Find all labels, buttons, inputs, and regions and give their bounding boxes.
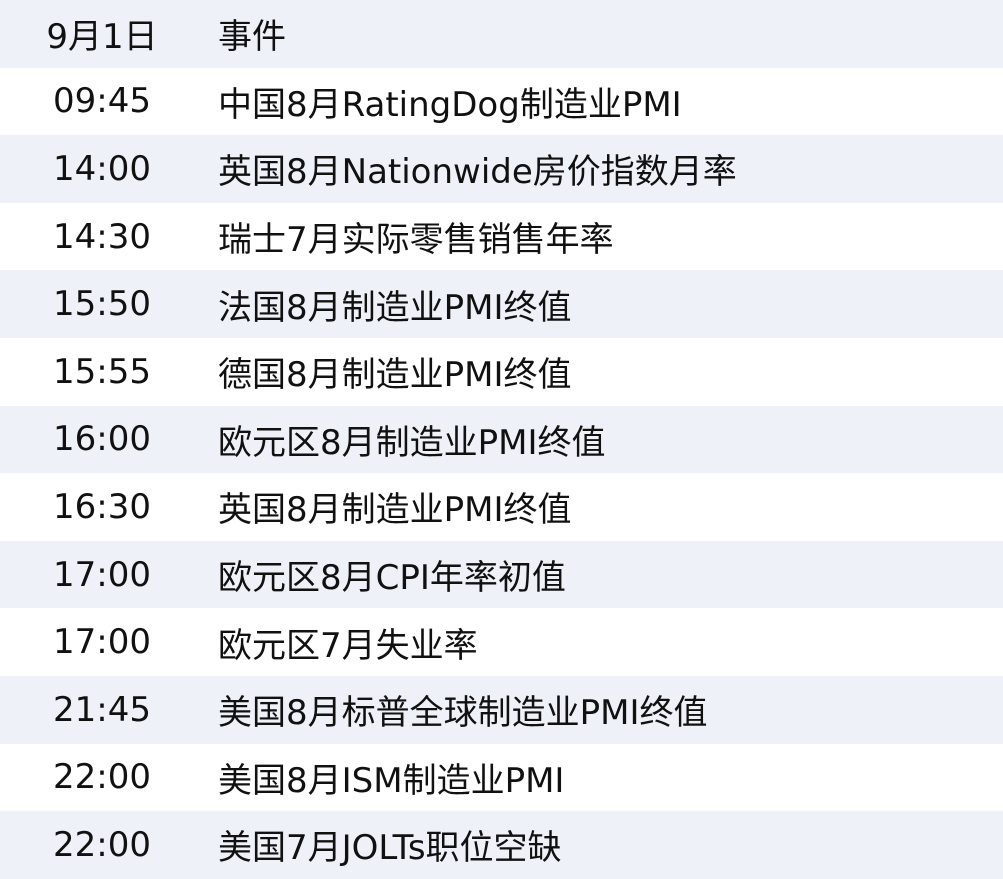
table-row: 16:00 欧元区8月制造业PMI终值 [0, 405, 1003, 474]
row-event: 欧元区8月CPI年率初值 [218, 558, 566, 599]
row-time: 14:00 [53, 148, 151, 189]
row-time: 14:30 [53, 216, 151, 257]
table-row: 14:00 英国8月Nationwide房价指数月率 [0, 135, 1003, 203]
table-row: 17:00 欧元区7月失业率 [0, 608, 1003, 676]
row-time: 16:30 [53, 486, 151, 527]
row-time: 16:00 [53, 419, 151, 460]
row-event: 法国8月制造业PMI终值 [218, 287, 572, 328]
row-event: 美国8月ISM制造业PMI [218, 760, 565, 801]
table-row: 22:00 美国8月ISM制造业PMI [0, 743, 1003, 812]
row-event: 欧元区8月制造业PMI终值 [218, 422, 606, 463]
header-event: 事件 [218, 17, 286, 58]
table-row: 21:45 美国8月标普全球制造业PMI终值 [0, 675, 1003, 744]
table-header: 9月1日 事件 [0, 0, 1003, 68]
row-event: 英国8月Nationwide房价指数月率 [218, 152, 737, 193]
table-row: 09:45 中国8月RatingDog制造业PMI [0, 67, 1003, 136]
row-time: 22:00 [53, 757, 151, 798]
row-event: 英国8月制造业PMI终值 [218, 490, 572, 531]
table-row: 14:30 瑞士7月实际零售销售年率 [0, 202, 1003, 271]
table-row: 16:30 英国8月制造业PMI终值 [0, 473, 1003, 541]
row-time: 09:45 [53, 81, 151, 122]
row-event: 德国8月制造业PMI终值 [218, 355, 572, 396]
row-time: 17:00 [53, 622, 151, 663]
row-time: 17:00 [53, 554, 151, 595]
row-time: 22:00 [53, 824, 151, 865]
row-time: 15:50 [53, 284, 151, 325]
row-event: 美国8月标普全球制造业PMI终值 [218, 693, 708, 734]
table-row: 15:55 德国8月制造业PMI终值 [0, 337, 1003, 406]
row-event: 美国7月JOLTs职位空缺 [218, 828, 562, 869]
economic-calendar-table: 9月1日 事件 09:45 中国8月RatingDog制造业PMI 14:00 … [0, 0, 1003, 879]
table-row: 17:00 欧元区8月CPI年率初值 [0, 540, 1003, 609]
table-row: 22:00 美国7月JOLTs职位空缺 [0, 811, 1003, 879]
row-event: 欧元区7月失业率 [218, 625, 478, 666]
header-date: 9月1日 [46, 17, 158, 58]
row-event: 中国8月RatingDog制造业PMI [218, 84, 682, 125]
row-time: 15:55 [53, 351, 151, 392]
row-time: 21:45 [53, 689, 151, 730]
table-row: 15:50 法国8月制造业PMI终值 [0, 270, 1003, 338]
row-event: 瑞士7月实际零售销售年率 [218, 220, 614, 261]
